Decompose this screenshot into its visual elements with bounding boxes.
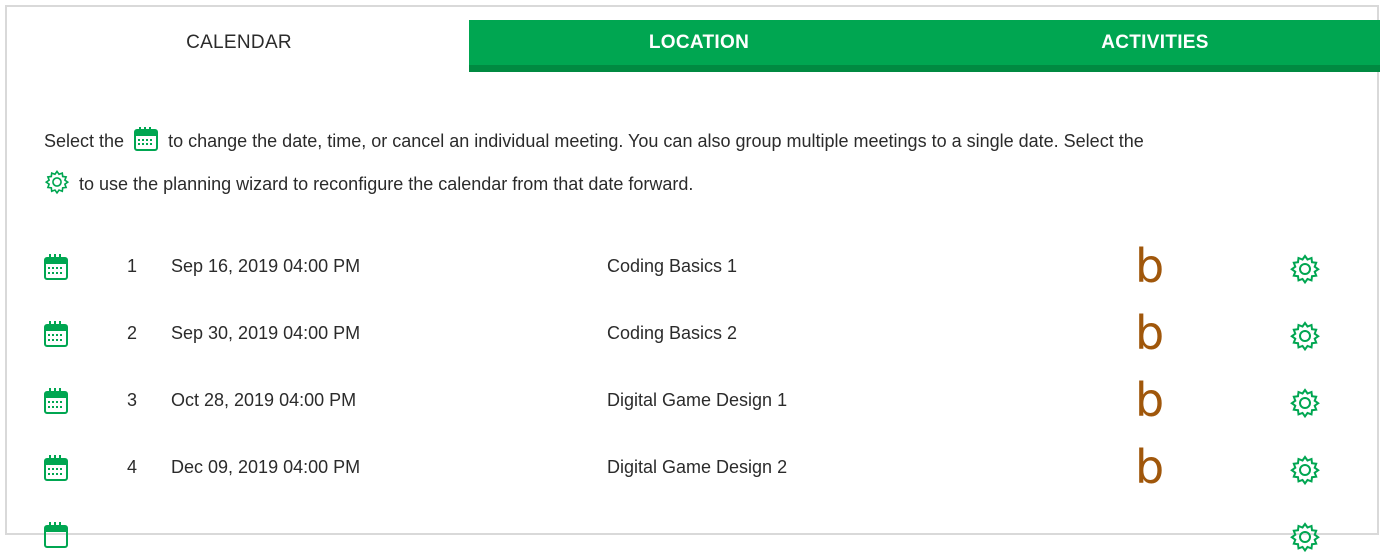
instructions-text: Select the to change the date, time, or …: [44, 120, 1364, 206]
instructions-part1: Select the: [44, 131, 125, 151]
meeting-datetime: Sep 16, 2019 04:00 PM: [171, 256, 361, 276]
meeting-marker: b: [1135, 440, 1165, 494]
instructions-part3: to use the planning wizard to reconfigur…: [79, 174, 694, 194]
calendar-icon[interactable]: [43, 253, 69, 281]
meeting-number: 1: [127, 256, 138, 276]
meeting-marker: b: [1135, 239, 1165, 293]
calendar-icon[interactable]: [43, 387, 69, 415]
meeting-datetime: Sep 30, 2019 04:00 PM: [171, 323, 361, 343]
gear-icon[interactable]: [1289, 454, 1321, 486]
meeting-datetime: Dec 09, 2019 04:00 PM: [171, 457, 361, 477]
tab-activities[interactable]: ACTIVITIES: [929, 20, 1380, 72]
meeting-datetime: Oct 28, 2019 04:00 PM: [171, 390, 357, 410]
calendar-icon[interactable]: [43, 320, 69, 348]
meeting-title: Digital Game Design 2: [607, 457, 788, 477]
gear-icon[interactable]: [1289, 253, 1321, 285]
calendar-icon[interactable]: [43, 454, 69, 482]
calendar-panel: CALENDAR LOCATION ACTIVITIES Select the …: [5, 5, 1380, 553]
calendar-icon[interactable]: [43, 521, 69, 549]
tab-bar: CALENDAR LOCATION ACTIVITIES: [9, 20, 1380, 72]
calendar-icon: [134, 127, 159, 152]
meeting-number: 3: [127, 390, 138, 410]
table-row: 3 Oct 28, 2019 04:00 PM Digital Game Des…: [7, 373, 1380, 443]
gear-icon[interactable]: [1289, 320, 1321, 352]
meeting-title: Coding Basics 1: [607, 256, 738, 276]
gear-icon: [44, 170, 70, 195]
gear-icon[interactable]: [1289, 387, 1321, 419]
meeting-marker: b: [1135, 306, 1165, 360]
table-row: 2 Sep 30, 2019 04:00 PM Coding Basics 2 …: [7, 306, 1380, 376]
meeting-number: 2: [127, 323, 138, 343]
instructions-part2: to change the date, time, or cancel an i…: [168, 131, 1144, 151]
tab-calendar[interactable]: CALENDAR: [9, 20, 469, 72]
gear-icon[interactable]: [1289, 521, 1321, 553]
table-row: 1 Sep 16, 2019 04:00 PM Coding Basics 1 …: [7, 239, 1380, 309]
meeting-title: Digital Game Design 1: [607, 390, 788, 410]
tab-location[interactable]: LOCATION: [469, 20, 929, 72]
meeting-list: 1 Sep 16, 2019 04:00 PM Coding Basics 1 …: [7, 239, 1380, 553]
meeting-title: Coding Basics 2: [607, 323, 738, 343]
table-row-partial: [7, 510, 1380, 553]
meeting-marker: b: [1135, 373, 1165, 427]
meeting-number: 4: [127, 457, 138, 477]
table-row: 4 Dec 09, 2019 04:00 PM Digital Game Des…: [7, 440, 1380, 510]
